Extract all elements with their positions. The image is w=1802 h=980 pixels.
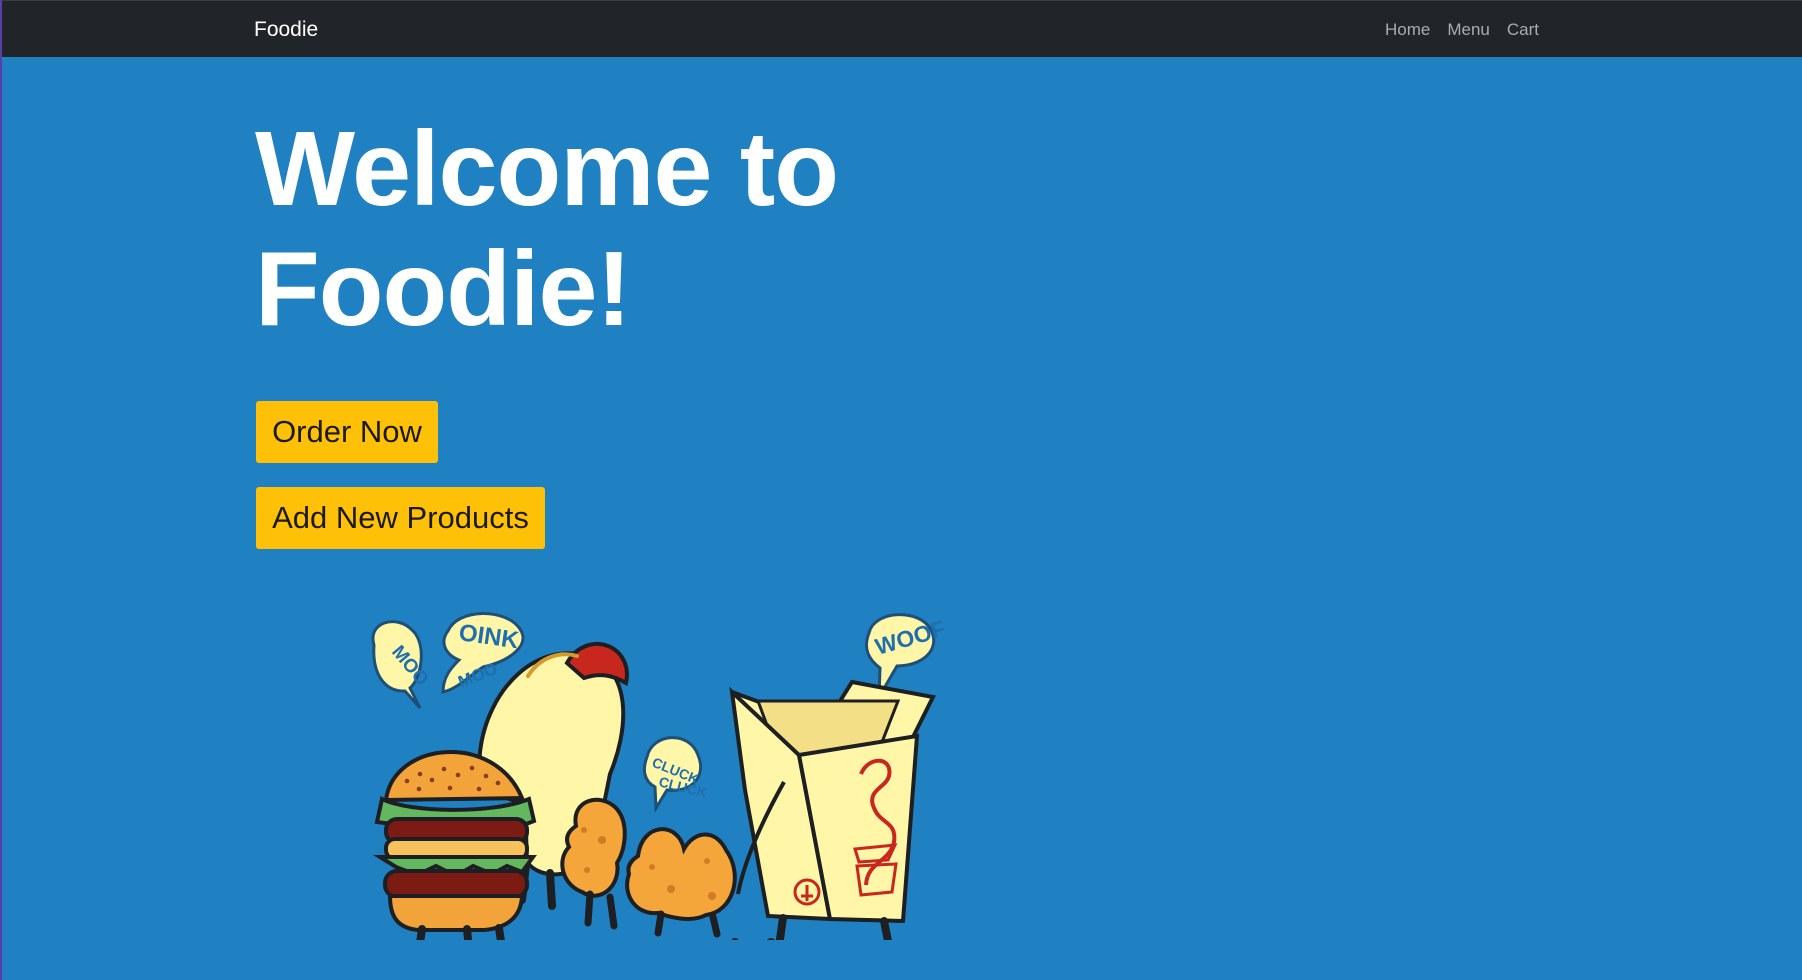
hero-title-line-1: Welcome to [255,110,839,228]
nav-link-home[interactable]: Home [1385,20,1430,40]
navbar-links: Home Menu Cart [1385,20,1539,40]
nugget-icon [560,797,737,938]
add-new-products-button[interactable]: Add New Products [256,487,545,549]
speech-bubble-cluck: CLUCK CLUCK [642,736,709,813]
navbar: Foodie Home Menu Cart [2,0,1802,57]
food-illustration: MOO OINK MOO CLUCK CLUCK WOOF [371,612,948,940]
order-now-button[interactable]: Order Now [256,401,438,463]
nav-link-menu[interactable]: Menu [1447,20,1490,40]
page: Foodie Home Menu Cart Welcome to Foodie!… [0,0,1802,980]
takeout-box-icon [729,679,936,940]
hero-title: Welcome to Foodie! [255,109,955,349]
crumbs-decoration [731,938,775,940]
navbar-brand[interactable]: Foodie [254,18,318,42]
speech-bubble-woof: WOOF [865,613,948,698]
burger-icon [373,750,537,940]
hero-title-line-2: Foodie! [255,230,632,348]
speech-bubble-moo: MOO [371,620,432,709]
nav-link-cart[interactable]: Cart [1507,20,1539,40]
